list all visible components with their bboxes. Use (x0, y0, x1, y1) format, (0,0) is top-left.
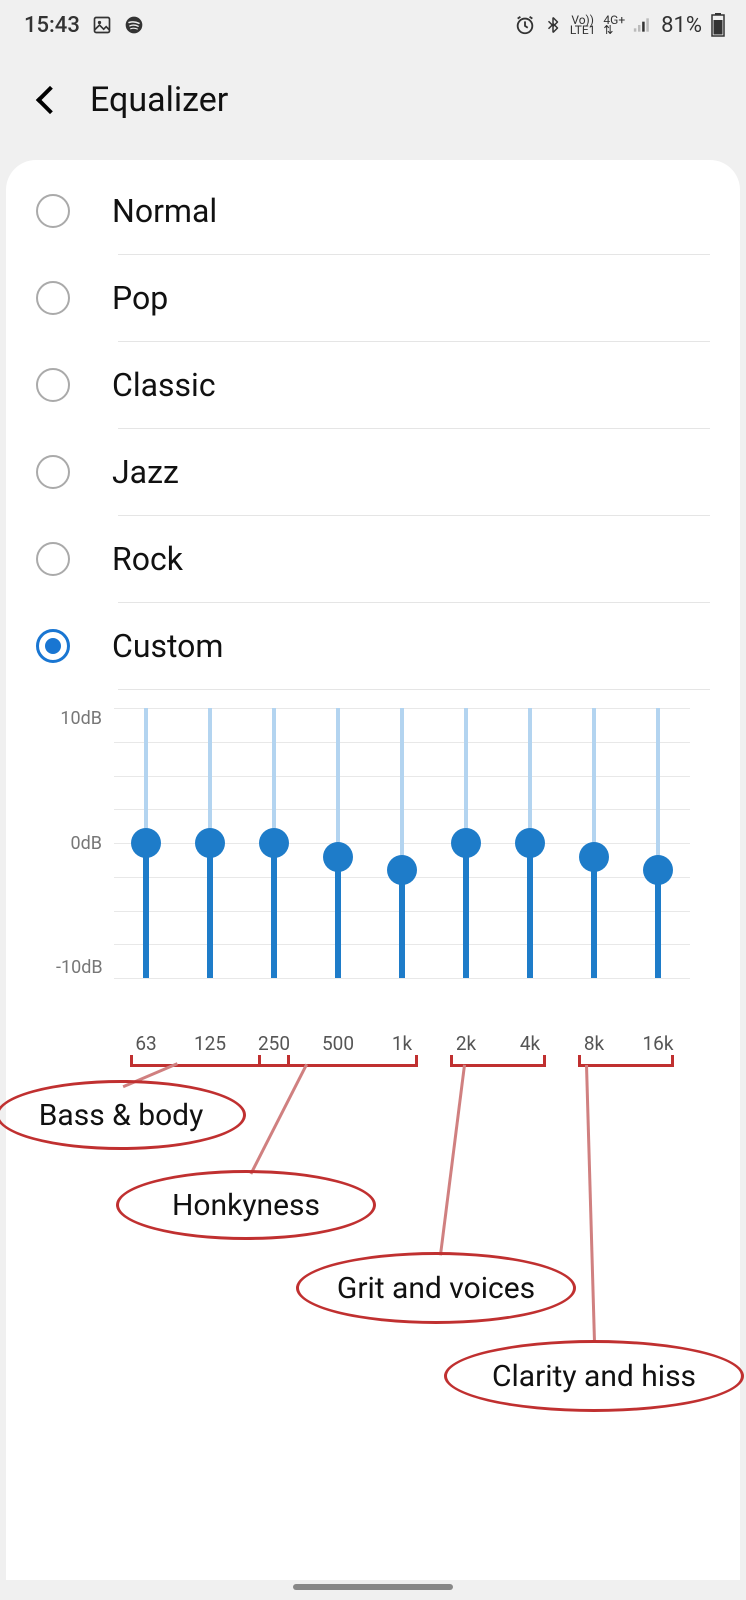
annotation-bass-body: Bass & body (0, 1080, 246, 1150)
x-tick-label: 4k (510, 1032, 550, 1055)
radio-button[interactable] (36, 542, 70, 576)
eq-slider-63[interactable] (141, 708, 151, 978)
preset-label: Pop (112, 279, 168, 317)
x-tick-label: 250 (254, 1032, 294, 1055)
battery-icon (710, 13, 726, 37)
signal-icon (633, 16, 653, 34)
annotation-label: Bass & body (39, 1098, 204, 1133)
y-tick: -10dB (56, 957, 102, 978)
home-indicator[interactable] (293, 1584, 453, 1590)
eq-slider-8k[interactable] (589, 708, 599, 978)
chevron-left-icon (36, 86, 64, 114)
slider-thumb[interactable] (579, 842, 609, 872)
annotation-grit-voices: Grit and voices (296, 1252, 576, 1324)
x-tick-label: 2k (446, 1032, 486, 1055)
eq-slider-250[interactable] (269, 708, 279, 978)
preset-classic[interactable]: Classic (6, 342, 740, 428)
alarm-icon (514, 14, 536, 36)
equalizer-chart: 10dB 0dB -10dB 63 125 250 500 1k 2k 4k 8k 16k (6, 690, 740, 1055)
eq-slider-125[interactable] (205, 708, 215, 978)
eq-slider-500[interactable] (333, 708, 343, 978)
spotify-icon (124, 15, 144, 35)
eq-slider-2k[interactable] (461, 708, 471, 978)
radio-button[interactable] (36, 281, 70, 315)
slider-thumb[interactable] (387, 855, 417, 885)
preset-rock[interactable]: Rock (6, 516, 740, 602)
annotation-label: Clarity and hiss (492, 1359, 696, 1394)
y-tick: 10dB (56, 708, 102, 729)
annotation-connector (585, 1065, 596, 1342)
header: Equalizer (0, 50, 746, 160)
preset-custom[interactable]: Custom (6, 603, 740, 689)
slider-thumb[interactable] (515, 828, 545, 858)
x-tick-label: 63 (126, 1032, 166, 1055)
y-axis-labels: 10dB 0dB -10dB (56, 708, 114, 978)
x-axis-labels: 63 125 250 500 1k 2k 4k 8k 16k (114, 1018, 690, 1055)
radio-button[interactable] (36, 194, 70, 228)
x-tick-label: 16k (638, 1032, 678, 1055)
status-time: 15:43 (24, 13, 80, 38)
preset-label: Normal (112, 192, 217, 230)
x-tick-label: 125 (190, 1032, 230, 1055)
x-tick-label: 500 (318, 1032, 358, 1055)
slider-thumb[interactable] (259, 828, 289, 858)
preset-pop[interactable]: Pop (6, 255, 740, 341)
slider-thumb[interactable] (323, 842, 353, 872)
x-tick-label: 1k (382, 1032, 422, 1055)
x-tick-label: 8k (574, 1032, 614, 1055)
y-tick: 0dB (56, 833, 102, 854)
network-icon: 4G+⇅ (603, 15, 625, 35)
volte-icon: Vo))LTE1 (570, 15, 596, 35)
settings-card: Normal Pop Classic Jazz Rock Custom 10dB 0dB … (6, 160, 740, 1580)
eq-slider-1k[interactable] (397, 708, 407, 978)
annotation-label: Grit and voices (337, 1271, 535, 1306)
annotation-connector (439, 1065, 466, 1255)
gallery-icon (92, 15, 112, 35)
annotation-clarity-hiss: Clarity and hiss (444, 1340, 744, 1412)
slider-thumb[interactable] (195, 828, 225, 858)
radio-button[interactable] (36, 629, 70, 663)
bluetooth-icon (544, 14, 562, 36)
preset-normal[interactable]: Normal (6, 168, 740, 254)
slider-thumb[interactable] (451, 828, 481, 858)
status-bar: 15:43 Vo))LTE1 4G+⇅ 81% (0, 0, 746, 50)
slider-thumb[interactable] (643, 855, 673, 885)
radio-button[interactable] (36, 455, 70, 489)
frequency-range-bracket (578, 1055, 674, 1067)
frequency-range-bracket (258, 1055, 418, 1067)
preset-label: Custom (112, 627, 223, 665)
preset-jazz[interactable]: Jazz (6, 429, 740, 515)
eq-slider-16k[interactable] (653, 708, 663, 978)
page-title: Equalizer (90, 80, 228, 120)
annotation-label: Honkyness (172, 1188, 320, 1223)
annotation-honkyness: Honkyness (116, 1170, 376, 1240)
preset-label: Classic (112, 366, 216, 404)
battery-percent: 81% (661, 13, 702, 38)
preset-label: Rock (112, 540, 183, 578)
eq-slider-4k[interactable] (525, 708, 535, 978)
back-button[interactable] (40, 90, 60, 110)
slider-thumb[interactable] (131, 828, 161, 858)
radio-button[interactable] (36, 368, 70, 402)
annotation-connector (249, 1064, 308, 1175)
preset-label: Jazz (112, 453, 179, 491)
